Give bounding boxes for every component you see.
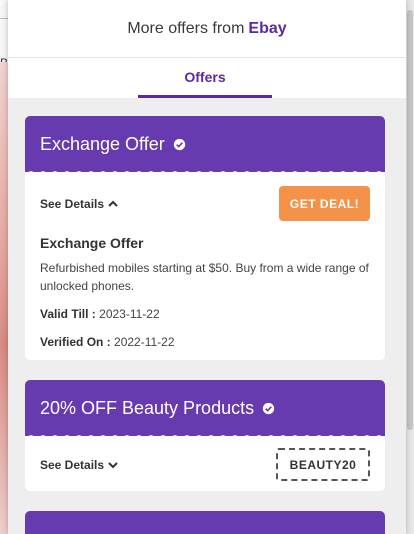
offer-card-header: Exchange Offer <box>25 116 385 176</box>
offer-card-body: See Details BEAUTY20 <box>25 436 385 491</box>
verified-on-value: 2022-11-22 <box>114 335 175 349</box>
tab-bar: Offers <box>8 58 406 98</box>
see-details-toggle[interactable]: See Details <box>40 458 118 472</box>
offer-actions-row: See Details GET DEAL! <box>40 186 370 221</box>
offers-modal: More offers from Ebay Offers Exchange Of… <box>8 0 406 534</box>
see-details-label: See Details <box>40 457 105 472</box>
offer-card-body: See Details GET DEAL! Exchange Offer Ref… <box>25 172 385 360</box>
valid-till-label: Valid Till : <box>40 307 96 321</box>
valid-till: Valid Till : 2023-11-22 <box>40 307 370 321</box>
see-details-label: See Details <box>40 196 105 211</box>
chevron-up-icon <box>108 200 118 207</box>
verified-on: Verified On : 2022-11-22 <box>40 335 370 349</box>
background-divider <box>0 18 8 19</box>
see-details-toggle[interactable]: See Details <box>40 197 118 211</box>
modal-title: More offers from <box>127 19 245 37</box>
offer-detail-title: Exchange Offer <box>40 235 144 251</box>
store-name[interactable]: Ebay <box>248 20 286 38</box>
chevron-down-icon <box>108 461 118 468</box>
offer-card: 20% OFF Beauty Products See Details BEAU… <box>25 380 385 491</box>
offer-title: Exchange Offer <box>40 133 165 154</box>
background-image <box>0 62 8 534</box>
valid-till-value: 2023-11-22 <box>99 307 160 321</box>
verified-badge-icon <box>262 402 275 414</box>
modal-header: More offers from Ebay <box>8 0 406 58</box>
offer-card: Exchange Offer See Details GET DEAL! Exc… <box>25 116 385 360</box>
scrollbar-thumb[interactable] <box>407 10 413 430</box>
verified-badge-icon <box>173 138 185 150</box>
offer-card-header <box>25 511 385 534</box>
offer-description: Refurbished mobiles starting at $50. Buy… <box>40 261 369 293</box>
offer-actions-row: See Details BEAUTY20 <box>40 448 370 481</box>
tab-offers[interactable]: Offers <box>138 58 272 98</box>
offer-card-header: 20% OFF Beauty Products <box>25 380 385 440</box>
verified-on-label: Verified On : <box>40 335 111 349</box>
offer-card <box>25 511 385 534</box>
coupon-code-button[interactable]: BEAUTY20 <box>276 448 370 481</box>
page-scrollbar[interactable] <box>406 0 414 534</box>
offers-list[interactable]: Exchange Offer See Details GET DEAL! Exc… <box>8 98 406 534</box>
get-deal-button[interactable]: GET DEAL! <box>279 186 370 221</box>
offer-title: 20% OFF Beauty Products <box>40 397 255 418</box>
